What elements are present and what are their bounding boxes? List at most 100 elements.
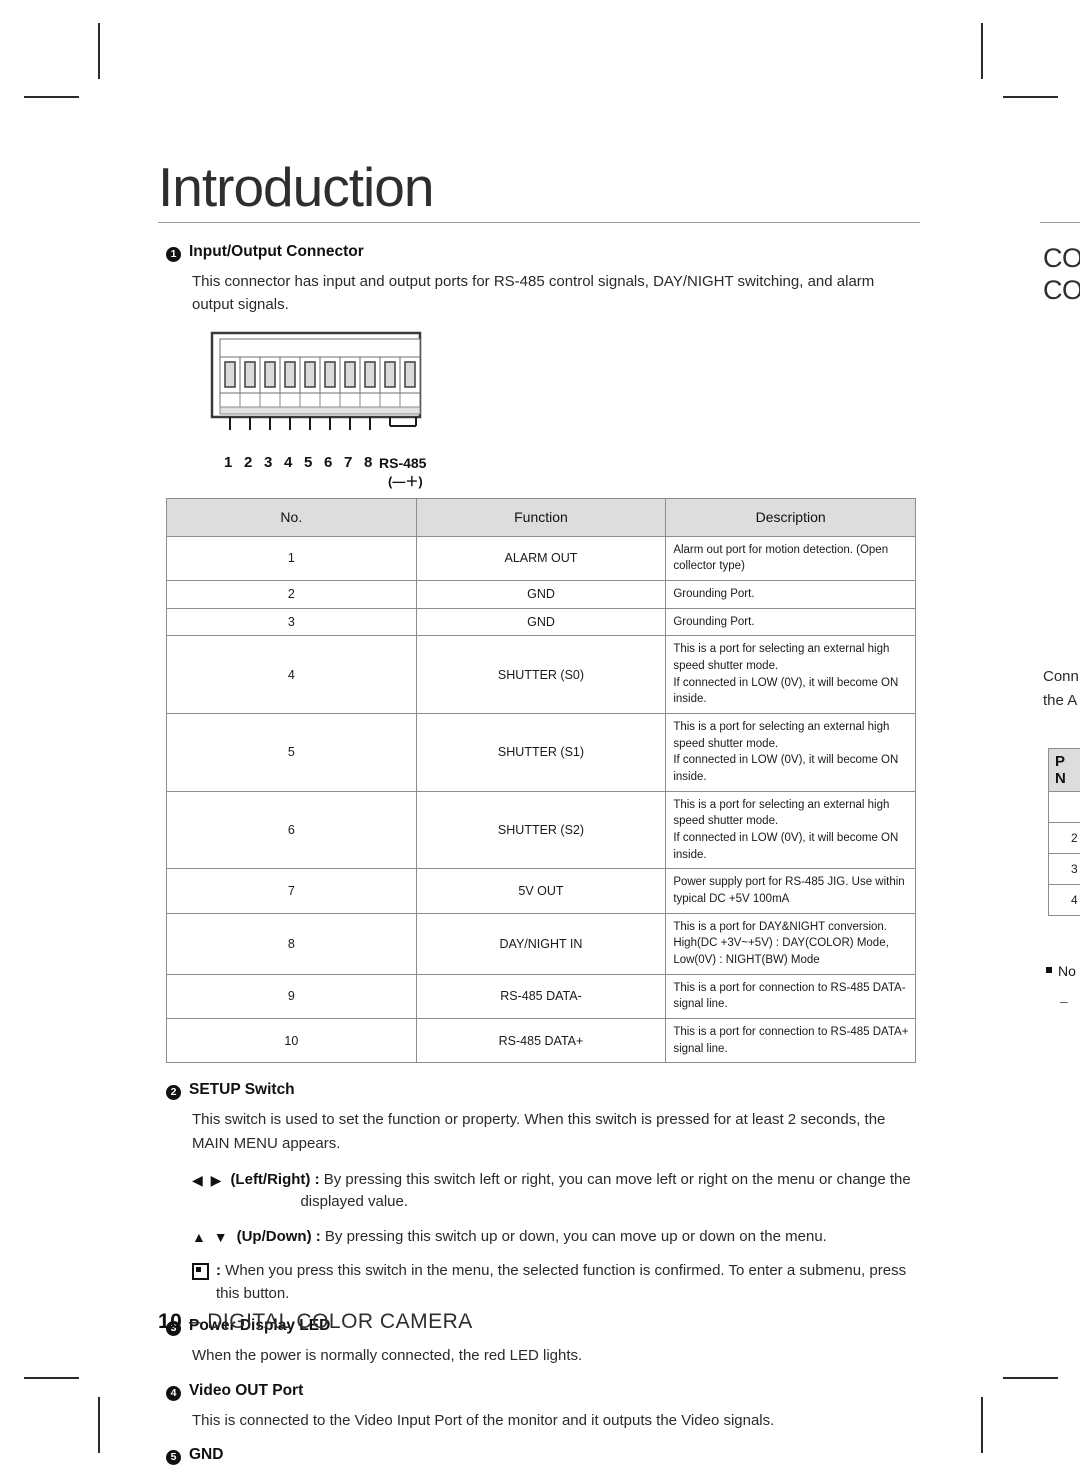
crop-mark-top-left-horizontal — [24, 96, 79, 98]
facing-title-line-1: CO — [1043, 243, 1080, 273]
facing-table-header-line-1: P — [1055, 753, 1066, 770]
facing-table-row: 3 — [1048, 853, 1080, 885]
connector-diagram: 1 2 3 4 5 6 7 8 RS-485 (—＋) — [204, 331, 920, 489]
section-number-badge: 5 — [166, 1449, 181, 1465]
cell-no: 7 — [166, 868, 417, 914]
cell-no: 5 — [166, 712, 417, 792]
table-row: 6 SHUTTER (S2) This is a port for select… — [166, 790, 916, 870]
section-heading-label: Input/Output Connector — [189, 243, 364, 260]
facing-title-line-2: CO — [1043, 275, 1080, 305]
crop-mark-top-right-vertical — [981, 23, 983, 79]
connector-pin-label-7: 7 — [344, 453, 353, 471]
crop-mark-bottom-right-vertical — [981, 1397, 983, 1453]
section-heading-input-output-connector: 1 Input/Output Connector — [166, 243, 920, 262]
left-right-arrows-icon: ◀ ▶ — [192, 1171, 224, 1188]
connector-rs485-label: RS-485 — [379, 454, 427, 471]
section-heading-label: SETUP Switch — [189, 1081, 295, 1099]
facing-table-header: P N — [1048, 748, 1080, 792]
facing-table-header-row: P N — [1048, 748, 1080, 792]
cell-function: ALARM OUT — [415, 535, 667, 581]
setup-control-up-down-text: (Up/Down) : By pressing this switch up o… — [236, 1227, 827, 1245]
facing-table-header-line-2: N — [1055, 770, 1066, 787]
cell-description: This is a port for selecting an external… — [665, 790, 916, 870]
cell-description: This is a port for connection to RS-485 … — [665, 1017, 916, 1064]
enter-square-icon — [192, 1261, 209, 1306]
cell-function: 5V OUT — [415, 868, 667, 914]
connector-pin-label-3: 3 — [264, 453, 273, 471]
column-header-no: No. — [166, 497, 417, 537]
cell-no: 9 — [166, 973, 417, 1019]
footer-product-name: DIGITAL COLOR CAMERA — [207, 1310, 473, 1333]
section-body-input-output-connector: This connector has input and output port… — [192, 273, 875, 314]
connector-pin-label-8: 8 — [364, 453, 373, 471]
facing-table-cell — [1048, 791, 1080, 823]
setup-control-up-down: ▲ ▼ (Up/Down) : By pressing this switch … — [192, 1226, 920, 1249]
section-number-badge: 4 — [166, 1385, 181, 1401]
facing-paragraph-line-1: Conn — [1043, 668, 1079, 685]
cell-no: 10 — [166, 1017, 417, 1064]
cell-description: Power supply port for RS-485 JIG. Use wi… — [665, 868, 916, 914]
crop-mark-top-left-vertical — [98, 23, 100, 79]
cell-description: This is a port for selecting an external… — [665, 635, 916, 714]
table-header-row: No. Function Description — [166, 497, 916, 537]
setup-control-left-right-continuation: displayed value. — [300, 1193, 409, 1211]
cell-function: SHUTTER (S0) — [415, 635, 667, 714]
cell-no: 4 — [166, 635, 417, 714]
table-row: 2 GND Grounding Port. — [166, 579, 916, 609]
cell-description: Grounding Port. — [665, 579, 916, 609]
cell-description: This is a port for selecting an external… — [665, 712, 916, 792]
facing-note-bullet-icon — [1046, 967, 1052, 973]
section-heading-label: Video OUT Port — [189, 1381, 304, 1399]
table-row: 7 5V OUT Power supply port for RS-485 JI… — [166, 868, 916, 914]
facing-table-row — [1048, 791, 1080, 823]
setup-control-enter-text: : When you press this switch in the menu… — [216, 1262, 907, 1302]
facing-note-dash: – — [1060, 993, 1068, 1009]
cell-description: Alarm out port for motion detection. (Op… — [665, 535, 916, 581]
setup-control-left-right-label: (Left/Right) : — [230, 1170, 320, 1188]
cell-function: SHUTTER (S2) — [415, 790, 667, 870]
page-content: 1 Input/Output Connector This connector … — [166, 243, 920, 1476]
cell-description: Grounding Port. — [665, 607, 916, 637]
setup-control-left-right-text: (Left/Right) : By pressing this switch l… — [230, 1169, 920, 1214]
cell-no: 3 — [166, 607, 417, 637]
setup-control-enter: : When you press this switch in the menu… — [192, 1260, 920, 1305]
manual-page: Introduction 1 Input/Output Connector Th… — [0, 0, 1080, 1476]
facing-note: No — [1046, 963, 1076, 979]
cell-no: 6 — [166, 790, 417, 870]
table-row: 4 SHUTTER (S0) This is a port for select… — [166, 635, 916, 714]
footer-page-number: 10 — [158, 1310, 183, 1333]
cell-function: GND — [415, 607, 667, 637]
section-body-video-out-port: This is connected to the Video Input Por… — [192, 1411, 775, 1429]
connector-pin-label-6: 6 — [324, 453, 333, 471]
section-heading-label: GND — [189, 1445, 224, 1463]
facing-table-cell: 4 — [1048, 884, 1080, 916]
connector-pin-label-4: 4 — [284, 453, 293, 471]
page-title: Introduction — [158, 156, 434, 218]
table-row: 3 GND Grounding Port. — [166, 607, 916, 637]
cell-function: RS-485 DATA- — [415, 973, 667, 1019]
section-heading-video-out-port: 4 Video OUT Port — [166, 1381, 920, 1401]
cell-function: SHUTTER (S1) — [415, 712, 667, 792]
connector-pin-label-5: 5 — [304, 453, 313, 471]
pin-function-table: No. Function Description 1 ALARM OUT Ala… — [166, 497, 916, 1064]
table-row: 8 DAY/NIGHT IN This is a port for DAY&NI… — [166, 912, 916, 975]
column-header-function: Function — [415, 497, 667, 537]
facing-title-rule-top — [1040, 222, 1080, 223]
cell-function: GND — [415, 579, 667, 609]
table-row: 1 ALARM OUT Alarm out port for motion de… — [166, 535, 916, 581]
setup-control-left-right: ◀ ▶ (Left/Right) : By pressing this swit… — [192, 1169, 920, 1214]
section-body-power-display-led: When the power is normally connected, th… — [192, 1347, 583, 1365]
connector-pin-label-1: 1 — [224, 453, 233, 471]
table-row: 10 RS-485 DATA+ This is a port for conne… — [166, 1017, 916, 1064]
crop-mark-bottom-left-vertical — [98, 1397, 100, 1453]
facing-table-row: 4 — [1048, 884, 1080, 916]
cell-no: 8 — [166, 912, 417, 975]
section-number-badge: 2 — [166, 1085, 181, 1101]
section-heading-gnd: 5 GND — [166, 1445, 920, 1465]
facing-page-fragment: CO CO Conn the A P N 2 3 4 No – — [1040, 0, 1080, 1476]
connector-rs485-polarity: (—＋) — [388, 473, 423, 489]
section-heading-setup-switch: 2 SETUP Switch — [166, 1081, 920, 1101]
facing-note-label: No — [1058, 963, 1076, 979]
setup-control-up-down-label: (Up/Down) : — [236, 1227, 321, 1245]
footer-separator: – — [188, 1310, 201, 1333]
